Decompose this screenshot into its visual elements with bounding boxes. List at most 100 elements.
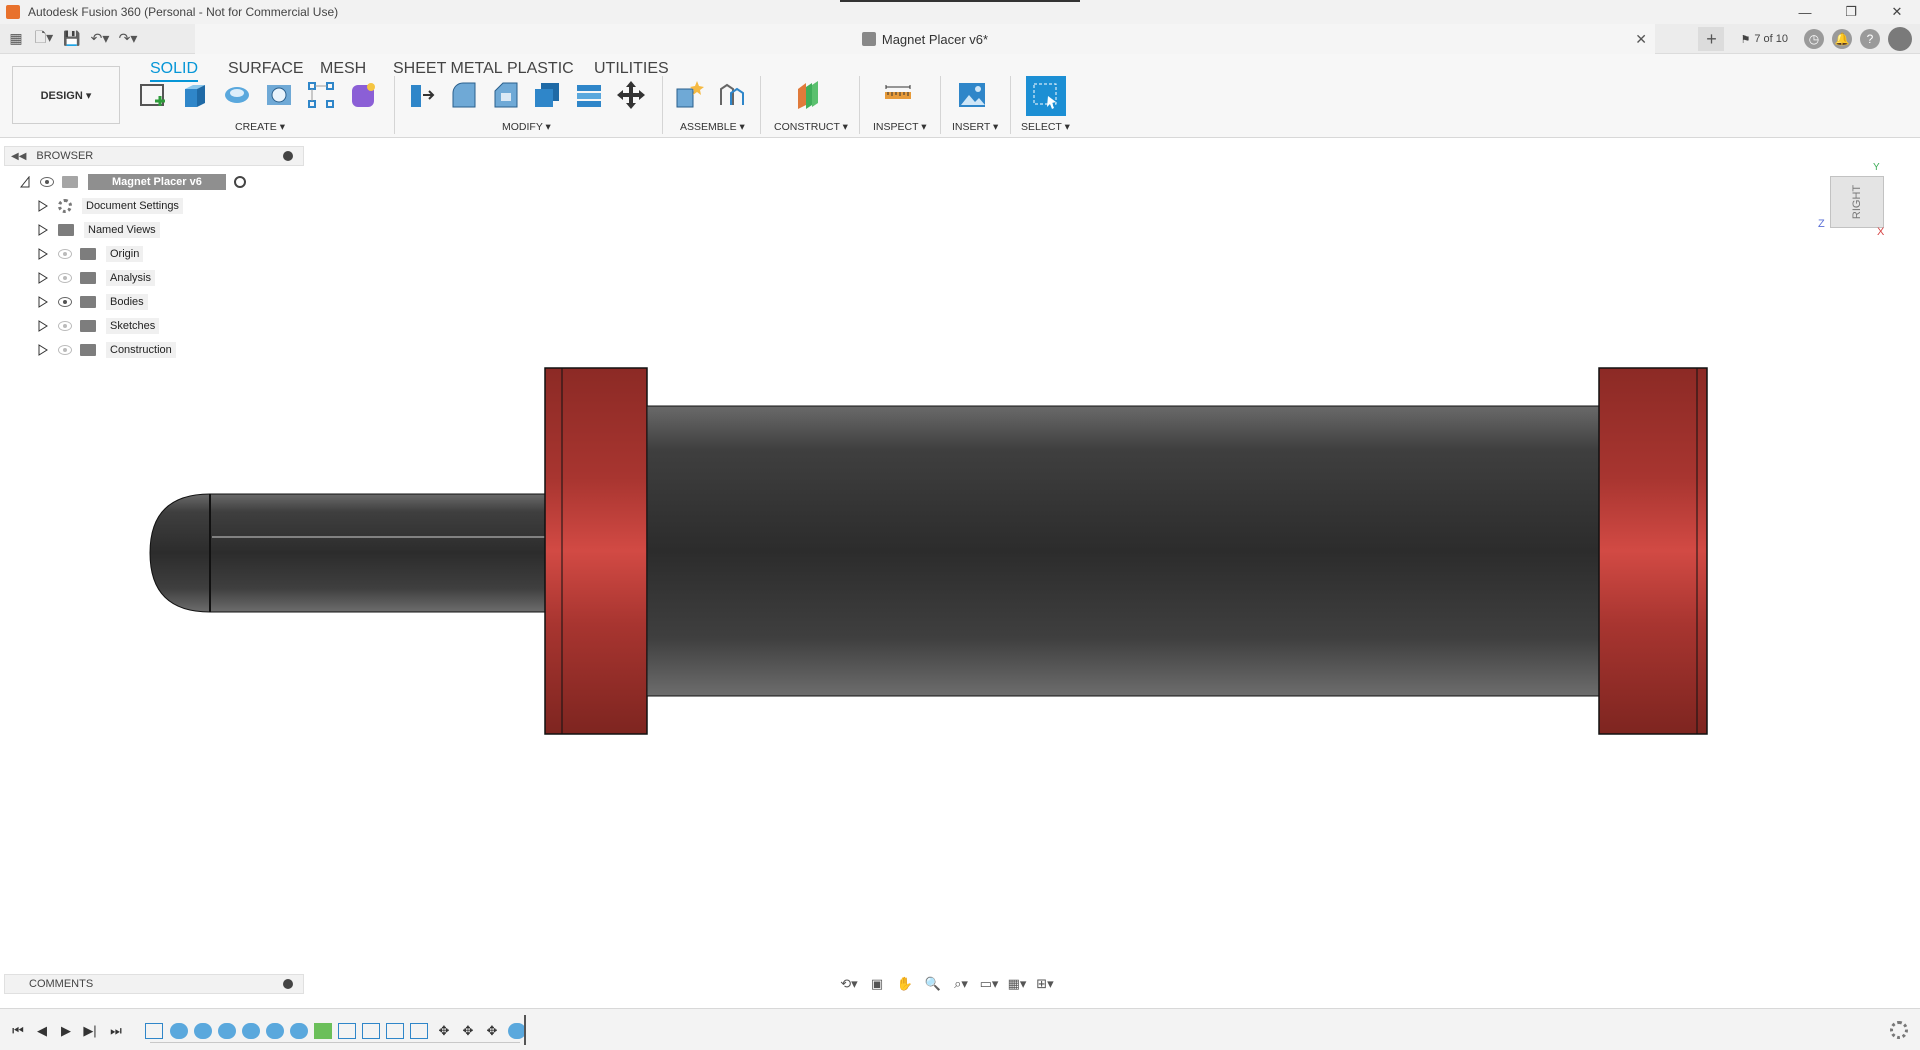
comments-panel-header[interactable]: COMMENTS bbox=[4, 974, 304, 994]
chamfer-icon[interactable] bbox=[488, 78, 522, 112]
close-document-icon[interactable]: ✕ bbox=[1635, 31, 1647, 48]
orbit-icon[interactable]: ⟲▾ bbox=[838, 974, 860, 994]
group-separator bbox=[394, 76, 395, 134]
timeline-play-icon[interactable]: ▶ bbox=[58, 1023, 74, 1039]
group-separator bbox=[940, 76, 941, 134]
select-menu[interactable]: SELECT ▾ bbox=[1021, 121, 1070, 133]
document-title: Magnet Placer v6* bbox=[881, 31, 989, 47]
extrude-icon[interactable] bbox=[178, 78, 212, 112]
data-panel-icon[interactable]: ▦ bbox=[4, 27, 28, 51]
timeline-split-icon[interactable] bbox=[362, 1023, 380, 1039]
insert-menu[interactable]: INSERT ▾ bbox=[952, 121, 998, 133]
timeline-revolve-icon[interactable] bbox=[290, 1023, 308, 1039]
timeline-previous-icon[interactable]: ◀ bbox=[34, 1023, 50, 1039]
group-separator bbox=[760, 76, 761, 134]
offset-plane-icon[interactable] bbox=[791, 78, 825, 112]
timeline-split-icon[interactable] bbox=[386, 1023, 404, 1039]
timeline: ⏮ ◀ ▶ ▶| ⏭ ✥ ✥ ✥ bbox=[0, 1008, 1920, 1050]
move-copy-icon[interactable] bbox=[614, 78, 648, 112]
hole-icon[interactable] bbox=[262, 78, 296, 112]
timeline-revolve-icon[interactable] bbox=[218, 1023, 236, 1039]
measure-icon[interactable] bbox=[881, 78, 915, 112]
timeline-move-icon[interactable]: ✥ bbox=[460, 1023, 476, 1039]
job-status-icon: ⚑ bbox=[1740, 33, 1751, 46]
timeline-revolve-icon[interactable] bbox=[194, 1023, 212, 1039]
timeline-marker[interactable] bbox=[524, 1015, 526, 1045]
job-status[interactable]: ⚑ 7 of 10 bbox=[1732, 33, 1796, 46]
group-separator bbox=[662, 76, 663, 134]
select-tool-icon[interactable] bbox=[1026, 76, 1066, 116]
revolve-icon[interactable] bbox=[220, 78, 254, 112]
create-sketch-icon[interactable] bbox=[136, 78, 170, 112]
timeline-revolve-icon[interactable] bbox=[170, 1023, 188, 1039]
undo-icon[interactable]: ↶▾ bbox=[88, 27, 112, 51]
redo-icon[interactable]: ↷▾ bbox=[116, 27, 140, 51]
new-tab-button[interactable]: + bbox=[1698, 27, 1725, 51]
window-titlebar: Autodesk Fusion 360 (Personal - Not for … bbox=[0, 0, 1920, 24]
shell-icon[interactable] bbox=[530, 78, 564, 112]
job-status-label: 7 of 10 bbox=[1754, 33, 1788, 45]
timeline-move-icon[interactable]: ✥ bbox=[436, 1023, 452, 1039]
close-window-button[interactable]: ✕ bbox=[1874, 0, 1920, 24]
comments-pin-icon[interactable] bbox=[283, 979, 293, 989]
display-settings-icon[interactable]: ▭▾ bbox=[978, 974, 1000, 994]
timeline-move-icon[interactable]: ✥ bbox=[484, 1023, 500, 1039]
timeline-next-icon[interactable]: ▶| bbox=[82, 1023, 98, 1039]
restore-button[interactable]: ❐ bbox=[1828, 0, 1874, 24]
pattern-icon[interactable] bbox=[304, 78, 338, 112]
document-icon bbox=[861, 32, 876, 46]
file-menu-icon[interactable]: 🗋▾ bbox=[32, 27, 56, 51]
workspace-switcher[interactable]: DESIGN ▾ bbox=[12, 66, 120, 124]
quick-access-toolbar: ▦ 🗋▾ 💾 ↶▾ ↷▾ Magnet Placer v6* ✕ + ⚑ 7 o… bbox=[0, 24, 1920, 54]
split-body-icon[interactable] bbox=[572, 78, 606, 112]
timeline-revolve-icon[interactable] bbox=[266, 1023, 284, 1039]
comments-title: COMMENTS bbox=[29, 978, 94, 990]
tab-plastic[interactable]: PLASTIC bbox=[507, 58, 574, 80]
save-icon[interactable]: 💾 bbox=[60, 27, 84, 51]
fit-icon[interactable]: ⌕▾ bbox=[950, 974, 972, 994]
timeline-split-icon[interactable] bbox=[410, 1023, 428, 1039]
viewport-model[interactable] bbox=[0, 140, 1920, 960]
inspect-menu[interactable]: INSPECT ▾ bbox=[873, 121, 927, 133]
minimize-button[interactable]: — bbox=[1782, 0, 1828, 24]
help-icon[interactable]: ? bbox=[1860, 29, 1880, 49]
timeline-first-icon[interactable]: ⏮ bbox=[10, 1023, 26, 1039]
viewports-icon[interactable]: ⊞▾ bbox=[1034, 974, 1056, 994]
history-icon[interactable]: ◷ bbox=[1804, 29, 1824, 49]
zoom-icon[interactable]: 🔍 bbox=[922, 974, 944, 994]
group-separator bbox=[859, 76, 860, 134]
notifications-icon[interactable]: 🔔 bbox=[1832, 29, 1852, 49]
tab-sheet-metal[interactable]: SHEET METAL bbox=[393, 58, 503, 80]
joint-icon[interactable] bbox=[714, 78, 748, 112]
user-avatar[interactable] bbox=[1888, 27, 1912, 51]
grid-settings-icon[interactable]: ▦▾ bbox=[1006, 974, 1028, 994]
look-at-icon[interactable]: ▣ bbox=[866, 974, 888, 994]
main-tube bbox=[646, 405, 1600, 697]
tab-utilities[interactable]: UTILITIES bbox=[594, 58, 669, 80]
modify-menu[interactable]: MODIFY ▾ bbox=[502, 121, 551, 133]
timeline-track bbox=[150, 1042, 520, 1043]
new-component-icon[interactable] bbox=[672, 78, 706, 112]
tab-mesh[interactable]: MESH bbox=[320, 58, 366, 80]
ribbon-toolbar: DESIGN ▾ SOLID SURFACE MESH SHEET METAL … bbox=[0, 54, 1920, 138]
construct-menu[interactable]: CONSTRUCT ▾ bbox=[774, 121, 848, 133]
press-pull-icon[interactable] bbox=[404, 78, 438, 112]
assemble-menu[interactable]: ASSEMBLE ▾ bbox=[680, 121, 745, 133]
pan-icon[interactable]: ✋ bbox=[894, 974, 916, 994]
insert-image-icon[interactable] bbox=[955, 78, 989, 112]
timeline-revolve-icon[interactable] bbox=[242, 1023, 260, 1039]
right-end-cap bbox=[1598, 367, 1708, 735]
document-tab[interactable]: Magnet Placer v6* ✕ bbox=[195, 24, 1655, 54]
left-end-cap bbox=[544, 367, 648, 735]
tab-surface[interactable]: SURFACE bbox=[228, 58, 304, 80]
timeline-settings-gear-icon[interactable] bbox=[1890, 1021, 1908, 1039]
timeline-plane-icon[interactable] bbox=[314, 1023, 332, 1039]
navigation-bar: ⟲▾ ▣ ✋ 🔍 ⌕▾ ▭▾ ▦▾ ⊞▾ bbox=[838, 972, 1078, 996]
loading-indicator bbox=[840, 0, 1080, 2]
timeline-split-icon[interactable] bbox=[338, 1023, 356, 1039]
create-menu[interactable]: CREATE ▾ bbox=[235, 121, 285, 133]
fillet-icon[interactable] bbox=[446, 78, 480, 112]
timeline-last-icon[interactable]: ⏭ bbox=[108, 1023, 124, 1039]
create-form-icon[interactable] bbox=[346, 78, 380, 112]
timeline-sketch-icon[interactable] bbox=[145, 1023, 163, 1039]
